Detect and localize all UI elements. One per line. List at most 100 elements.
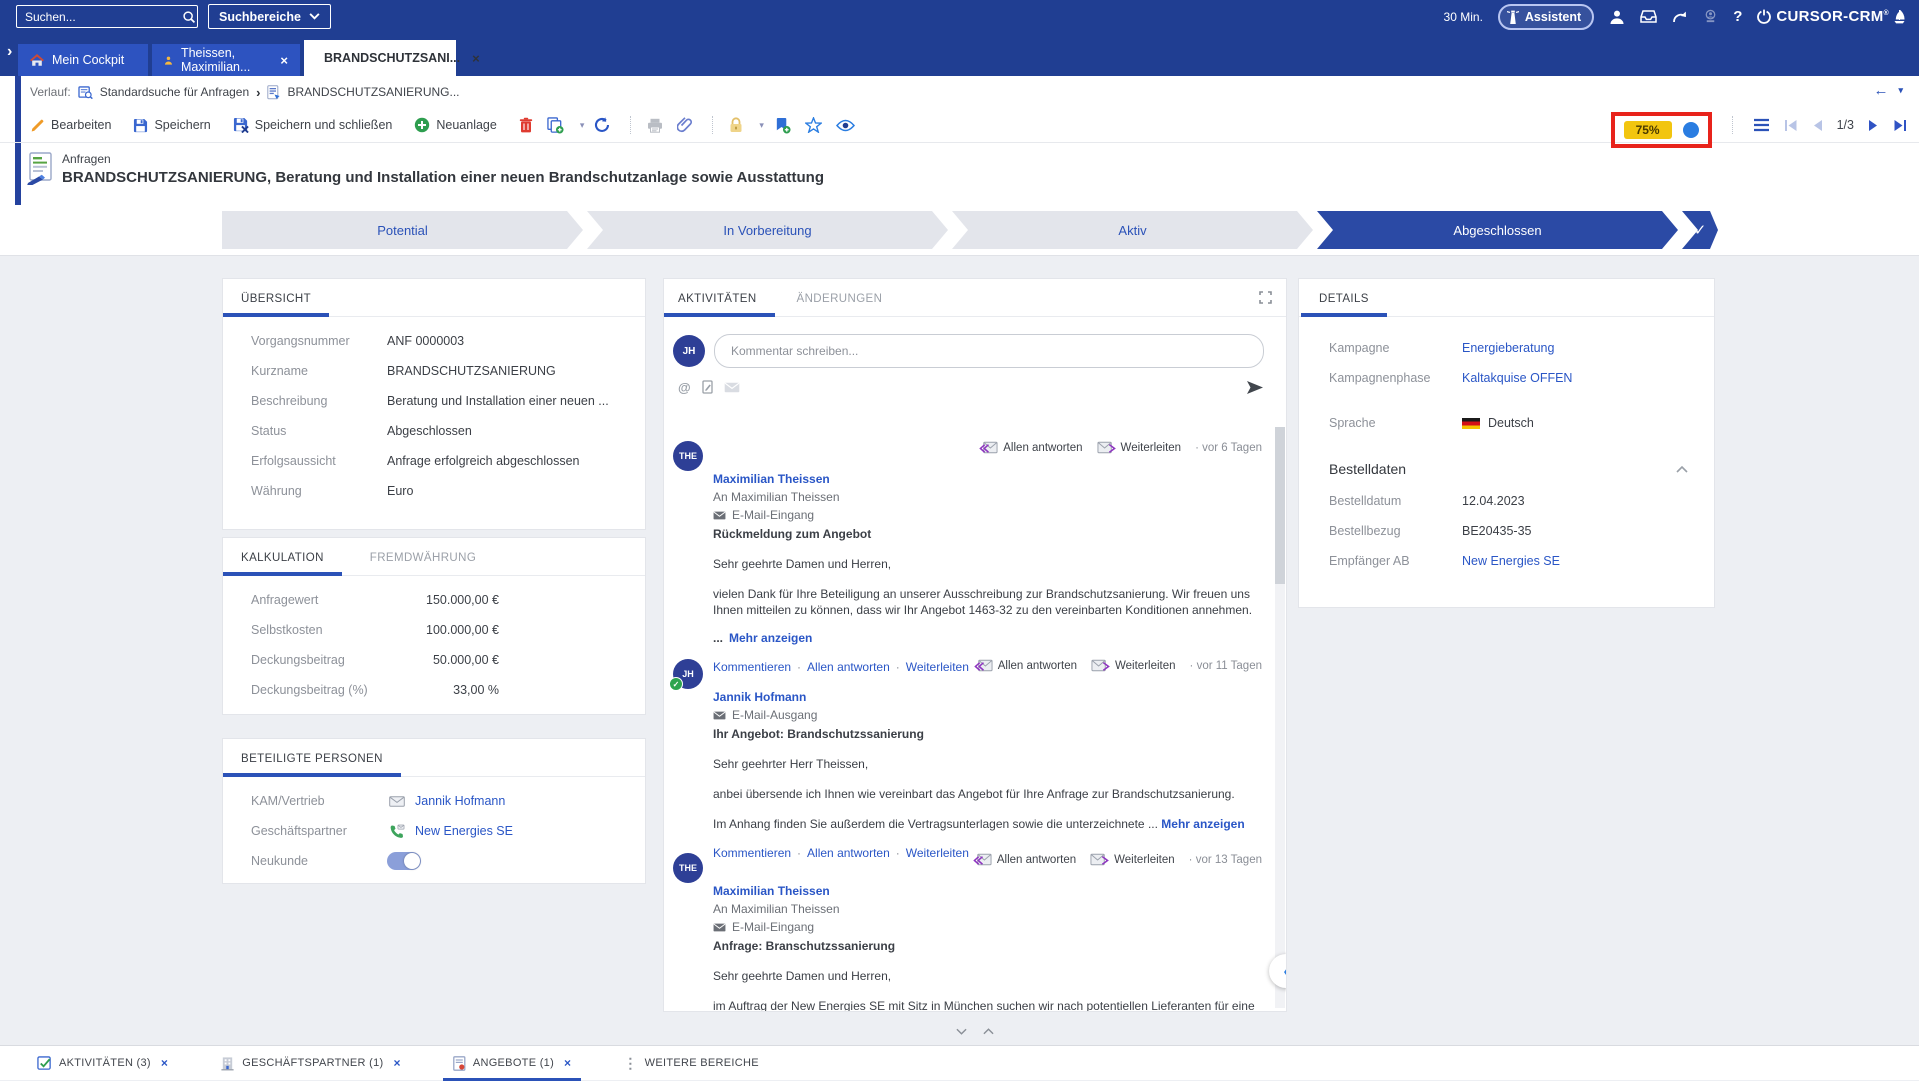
- mention-icon[interactable]: @: [678, 380, 691, 395]
- help-icon[interactable]: ?: [1733, 8, 1742, 25]
- bottom-tab-geschaeftspartner[interactable]: GESCHÄFTSPARTNER (1) ×: [210, 1046, 411, 1081]
- close-icon[interactable]: ×: [394, 1056, 401, 1070]
- scrollbar[interactable]: [1275, 427, 1285, 1008]
- reply-all-icon: [979, 441, 998, 454]
- search-input[interactable]: [23, 9, 182, 25]
- close-icon[interactable]: ×: [280, 53, 288, 68]
- tab-mein-cockpit[interactable]: Mein Cockpit: [18, 44, 148, 76]
- author-link[interactable]: Maximilian Theissen: [713, 472, 830, 486]
- field-row: KAM/Vertrieb Jannik Hofmann: [223, 786, 645, 816]
- stage-potential[interactable]: Potential: [222, 211, 583, 249]
- close-icon[interactable]: ×: [161, 1056, 168, 1070]
- neukunde-toggle[interactable]: [387, 852, 421, 870]
- body-text: Im Anhang finden Sie außerdem die Vertra…: [713, 816, 1264, 832]
- copy-dropdown-icon[interactable]: ▾: [580, 120, 585, 131]
- comment-input[interactable]: [729, 343, 1249, 359]
- stage-in-vorbereitung[interactable]: In Vorbereitung: [587, 211, 948, 249]
- breadcrumb-item-search[interactable]: Standardsuche für Anfragen: [100, 85, 249, 99]
- breadcrumb-item-record[interactable]: BRANDSCHUTZSANIERUNG...: [287, 85, 459, 99]
- next-page-icon[interactable]: [1868, 119, 1879, 132]
- record-title: BRANDSCHUTZSANIERUNG, Beratung und Insta…: [62, 169, 824, 186]
- search-icon[interactable]: [182, 10, 196, 24]
- author-link[interactable]: Jannik Hofmann: [713, 690, 806, 704]
- search-areas-button[interactable]: Suchbereiche: [208, 4, 331, 29]
- scrollbar-thumb[interactable]: [1275, 427, 1285, 584]
- attachment-icon[interactable]: [677, 117, 692, 133]
- bookmark-add-icon[interactable]: [774, 117, 791, 134]
- close-icon[interactable]: ×: [564, 1056, 571, 1070]
- collapse-chevron-icon[interactable]: [1676, 466, 1688, 473]
- kam-link[interactable]: Jannik Hofmann: [415, 794, 505, 808]
- stage-abgeschlossen[interactable]: Abgeschlossen: [1317, 211, 1678, 249]
- new-record-button[interactable]: Neuanlage: [414, 117, 496, 133]
- scroll-down-icon[interactable]: [956, 1028, 967, 1035]
- tab-fremdwaehrung[interactable]: FREMDWÄHRUNG: [370, 552, 476, 575]
- campaign-link[interactable]: Energieberatung: [1462, 341, 1554, 355]
- user-icon[interactable]: [1609, 9, 1625, 25]
- favorite-star-icon[interactable]: [805, 117, 822, 133]
- assistant-button[interactable]: Assistent: [1498, 4, 1594, 30]
- forward-action[interactable]: Weiterleiten: [1091, 659, 1176, 672]
- comment-input-pill[interactable]: [714, 334, 1264, 368]
- tab-theissen-maximilian[interactable]: Theissen, Maximilian... ×: [152, 44, 300, 76]
- close-icon[interactable]: ×: [472, 51, 480, 66]
- search-box[interactable]: [16, 5, 198, 28]
- history-dropdown-icon[interactable]: ▾: [1898, 85, 1903, 96]
- lock-dropdown-icon[interactable]: ▾: [759, 120, 764, 131]
- reply-all-action[interactable]: Allen antworten: [973, 853, 1076, 866]
- avatar: THE: [673, 441, 703, 471]
- back-arrow-icon[interactable]: ←: [1873, 82, 1888, 99]
- show-more[interactable]: Mehr anzeigen: [1161, 817, 1244, 831]
- partner-link[interactable]: New Energies SE: [415, 824, 513, 838]
- tab-uebersicht[interactable]: ÜBERSICHT: [241, 293, 311, 316]
- tab-beteiligte-personen[interactable]: BETEILIGTE PERSONEN: [241, 753, 383, 776]
- refresh-icon[interactable]: [594, 117, 610, 133]
- order-recipient-link[interactable]: New Energies SE: [1462, 554, 1560, 568]
- progress-indicator-icon[interactable]: [1683, 122, 1699, 138]
- note-icon[interactable]: [702, 380, 713, 394]
- inbox-icon[interactable]: [1640, 9, 1657, 24]
- save-and-close-button[interactable]: Speichern und schließen: [233, 117, 393, 133]
- visibility-eye-icon[interactable]: [836, 119, 855, 132]
- tab-aenderungen[interactable]: ÄNDERUNGEN: [797, 293, 883, 316]
- verified-badge-icon: ✓: [669, 677, 683, 691]
- save-button[interactable]: Speichern: [133, 118, 210, 133]
- forward-action[interactable]: Weiterleiten: [1090, 853, 1175, 866]
- collapse-panel-button[interactable]: ‹: [1269, 954, 1287, 988]
- order-data-section-header[interactable]: Bestelldaten: [1299, 452, 1714, 486]
- redo-icon[interactable]: [1672, 10, 1688, 24]
- copy-record-icon[interactable]: [547, 117, 564, 134]
- body-text: anbei übersende ich Ihnen wie vereinbart…: [713, 786, 1264, 802]
- expand-icon[interactable]: [1259, 291, 1272, 304]
- remote-session-icon[interactable]: [1703, 9, 1718, 24]
- print-icon[interactable]: [647, 118, 663, 133]
- stage-complete-check-icon: ✓: [1682, 211, 1718, 249]
- tab-details[interactable]: DETAILS: [1319, 293, 1369, 316]
- author-link[interactable]: Maximilian Theissen: [713, 884, 830, 898]
- forward-action[interactable]: Weiterleiten: [1097, 441, 1182, 454]
- reply-all-action[interactable]: Allen antworten: [974, 659, 1077, 672]
- tab-aktivitaeten[interactable]: AKTIVITÄTEN: [678, 293, 757, 316]
- reply-all-action[interactable]: Allen antworten: [979, 441, 1082, 454]
- stage-aktiv[interactable]: Aktiv: [952, 211, 1313, 249]
- scroll-up-icon[interactable]: [983, 1028, 994, 1035]
- bottom-tab-aktivitaeten[interactable]: AKTIVITÄTEN (3) ×: [27, 1046, 178, 1081]
- lock-icon[interactable]: [729, 117, 743, 133]
- forward-icon: [1091, 659, 1110, 672]
- menu-icon[interactable]: [1753, 118, 1770, 132]
- first-page-icon[interactable]: [1784, 119, 1798, 132]
- participants-card: BETEILIGTE PERSONEN KAM/Vertrieb Jannik …: [222, 738, 646, 884]
- show-more[interactable]: ...Mehr anzeigen: [713, 630, 1264, 646]
- tab-overflow-icon[interactable]: ›: [7, 43, 12, 61]
- edit-button[interactable]: Bearbeiten: [30, 118, 111, 133]
- bottom-tab-angebote[interactable]: ANGEBOTE (1) ×: [443, 1046, 582, 1081]
- delete-icon[interactable]: [519, 117, 533, 133]
- campaign-phase-link[interactable]: Kaltakquise OFFEN: [1462, 371, 1572, 385]
- bottom-tab-weitere-bereiche[interactable]: ⋮ WEITERE BEREICHE: [613, 1046, 769, 1081]
- last-page-icon[interactable]: [1893, 119, 1907, 132]
- tab-kalkulation[interactable]: KALKULATION: [241, 552, 324, 575]
- tab-brandschutzsanierung[interactable]: BRANDSCHUTZSANI... ×: [304, 40, 456, 76]
- prev-page-icon[interactable]: [1812, 119, 1823, 132]
- send-icon[interactable]: [1246, 380, 1264, 395]
- email-icon[interactable]: [724, 382, 740, 393]
